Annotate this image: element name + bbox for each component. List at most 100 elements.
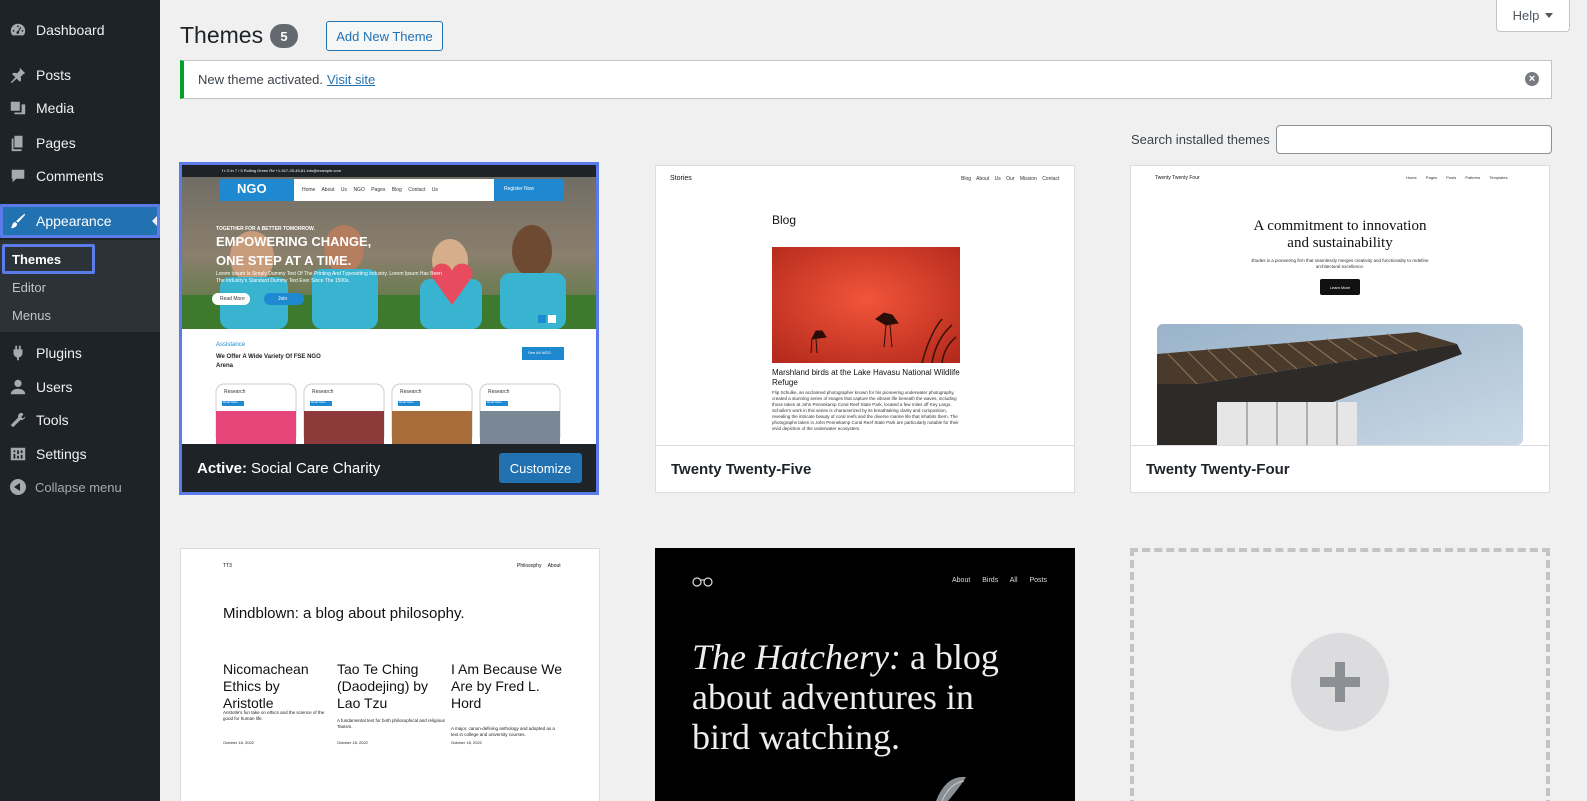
dashboard-icon <box>8 20 28 40</box>
theme-card-active[interactable]: f t G in 7 / 5 Rolling Green Rd +1-917-2… <box>179 162 599 495</box>
sidebar-item-label: Pages <box>36 135 76 151</box>
preview-section-title: We Offer A Wide Variety Of FSE NGO Arena <box>216 354 321 369</box>
theme-screenshot: About Birds All Posts The Hatchery: a bl… <box>656 549 1074 801</box>
preview-read-more: Read More <box>220 296 245 302</box>
theme-count-badge: 5 <box>270 24 298 48</box>
admin-sidebar: Dashboard Posts Media Pages Comments App… <box>0 0 160 801</box>
sidebar-item-appearance[interactable]: Appearance <box>0 204 160 238</box>
post-date: October 18, 2022 <box>223 740 254 745</box>
active-prefix: Active: <box>197 459 248 477</box>
submenu-item-menus[interactable]: Menus <box>12 308 51 323</box>
post-date: October 18, 2022 <box>337 740 368 745</box>
theme-name: Social Care Charity <box>251 459 381 477</box>
preview-section-kicker: Assistance <box>216 342 246 348</box>
preview-nav: About Birds All Posts <box>952 577 1047 584</box>
search-label: Search installed themes <box>1131 132 1270 147</box>
sidebar-item-plugins[interactable]: Plugins <box>0 336 160 370</box>
preview-bird-photo <box>772 247 960 363</box>
plus-icon <box>1291 633 1389 731</box>
sidebar-item-label: Posts <box>36 67 72 83</box>
collapse-label: Collapse menu <box>35 479 122 495</box>
theme-card[interactable]: About Birds All Posts The Hatchery: a bl… <box>655 548 1075 801</box>
help-button[interactable]: Help <box>1496 0 1570 32</box>
preview-body: Études is a pioneering firm that seamles… <box>1251 258 1429 269</box>
sidebar-item-label: Media <box>36 100 75 116</box>
preview-card-title: Research <box>312 389 334 395</box>
sidebar-item-comments[interactable]: Comments <box>0 159 160 193</box>
pin-icon <box>8 65 28 85</box>
appearance-submenu: Themes Editor Menus <box>0 240 160 332</box>
preview-card-tag: Read More <box>399 400 414 404</box>
preview-kicker: TOGETHER FOR A BETTER TOMORROW. <box>216 226 315 232</box>
preview-nav: Home About Us NGO Pages Blog Contact Us <box>302 187 438 193</box>
sidebar-item-tools[interactable]: Tools <box>0 403 160 437</box>
preview-card-tag: Read More <box>311 400 326 404</box>
wrench-icon <box>8 410 28 430</box>
user-icon <box>8 377 28 397</box>
post-title: Nicomachean Ethics by Aristotle <box>223 661 309 711</box>
theme-card[interactable]: TT3 Philosophy About Mindblown: a blog a… <box>180 548 600 801</box>
bird-illustration <box>936 776 966 801</box>
plugin-icon <box>8 343 28 363</box>
sidebar-item-settings[interactable]: Settings <box>0 437 160 471</box>
preview-headline-2: ONE STEP AT A TIME. <box>216 253 352 268</box>
post-date: October 18, 2022 <box>451 740 482 745</box>
sidebar-item-dashboard[interactable]: Dashboard <box>0 13 160 47</box>
sidebar-item-pages[interactable]: Pages <box>0 126 160 160</box>
sidebar-item-label: Dashboard <box>36 22 105 38</box>
current-arrow <box>152 213 160 229</box>
theme-screenshot: TT3 Philosophy About Mindblown: a blog a… <box>181 549 599 801</box>
post-excerpt: Aristotle's fun take on ethics and the s… <box>223 710 325 721</box>
add-new-theme-button[interactable]: Add New Theme <box>326 21 443 51</box>
theme-screenshot: Stories Blog About Us Our Mission Contac… <box>656 166 1074 445</box>
post-excerpt: A major, canon-defining anthology and ad… <box>451 726 555 737</box>
preview-nav: Home Pages Posts Patterns Templates <box>1406 175 1508 180</box>
settings-icon <box>8 444 28 464</box>
post-title: Tao Te Ching (Daodejing) by Lao Tzu <box>337 661 429 711</box>
preview-join: Join <box>278 296 288 302</box>
post-title: I Am Because We Are by Fred L. Hord <box>451 661 563 711</box>
preview-see-all: See All NGO <box>528 350 551 355</box>
sidebar-item-label: Tools <box>36 412 69 428</box>
theme-card[interactable]: Stories Blog About Us Our Mission Contac… <box>655 165 1075 493</box>
preview-site-title: TT3 <box>223 563 232 569</box>
collapse-icon <box>10 479 26 495</box>
submenu-item-themes[interactable]: Themes <box>12 252 61 267</box>
preview-card-title: Research <box>488 389 510 395</box>
success-notice: New theme activated. Visit site × <box>180 60 1552 99</box>
customize-button[interactable]: Customize <box>499 453 582 483</box>
theme-card[interactable]: Twenty Twenty Four Home Pages Posts Patt… <box>1130 165 1550 493</box>
page-title: Themes <box>180 22 264 48</box>
binoculars-logo-icon <box>692 577 713 587</box>
search-themes-input[interactable] <box>1276 125 1552 154</box>
sidebar-item-users[interactable]: Users <box>0 370 160 404</box>
caret-down-icon <box>1545 13 1554 18</box>
post-excerpt: A fundamental text for both philosophica… <box>337 718 445 729</box>
theme-screenshot: f t G in 7 / 5 Rolling Green Rd +1-917-2… <box>182 165 596 444</box>
preview-card-tag: Read More <box>487 400 502 404</box>
visit-site-link[interactable]: Visit site <box>327 72 375 87</box>
sidebar-item-label: Comments <box>36 168 104 184</box>
theme-screenshot: Twenty Twenty Four Home Pages Posts Patt… <box>1131 166 1549 445</box>
sidebar-item-media[interactable]: Media <box>0 91 160 125</box>
sidebar-item-label: Appearance <box>36 213 112 229</box>
theme-name: Twenty Twenty-Five <box>671 461 812 478</box>
preview-architecture-photo <box>1157 324 1523 445</box>
add-new-theme-tile[interactable] <box>1130 548 1550 801</box>
media-icon <box>8 98 28 118</box>
submenu-item-editor[interactable]: Editor <box>12 280 46 295</box>
preview-card-tag: Read More <box>223 400 238 404</box>
sidebar-item-posts[interactable]: Posts <box>0 58 160 92</box>
social-care-preview <box>182 165 596 444</box>
preview-button: Learn More <box>1320 279 1360 295</box>
preview-headline-1: A commitment to innovation <box>1253 218 1427 234</box>
preview-register: Register Now <box>504 186 535 192</box>
sidebar-item-label: Users <box>36 379 73 395</box>
preview-site-title: Twenty Twenty Four <box>1155 175 1200 181</box>
sidebar-item-label: Settings <box>36 446 87 462</box>
preview-site-title: Stories <box>670 175 692 182</box>
preview-headline: Mindblown: a blog about philosophy. <box>223 605 465 622</box>
collapse-menu-button[interactable]: Collapse menu <box>0 474 160 500</box>
theme-name-bar: Twenty Twenty-Five <box>656 445 1074 493</box>
dismiss-icon[interactable]: × <box>1525 72 1539 86</box>
